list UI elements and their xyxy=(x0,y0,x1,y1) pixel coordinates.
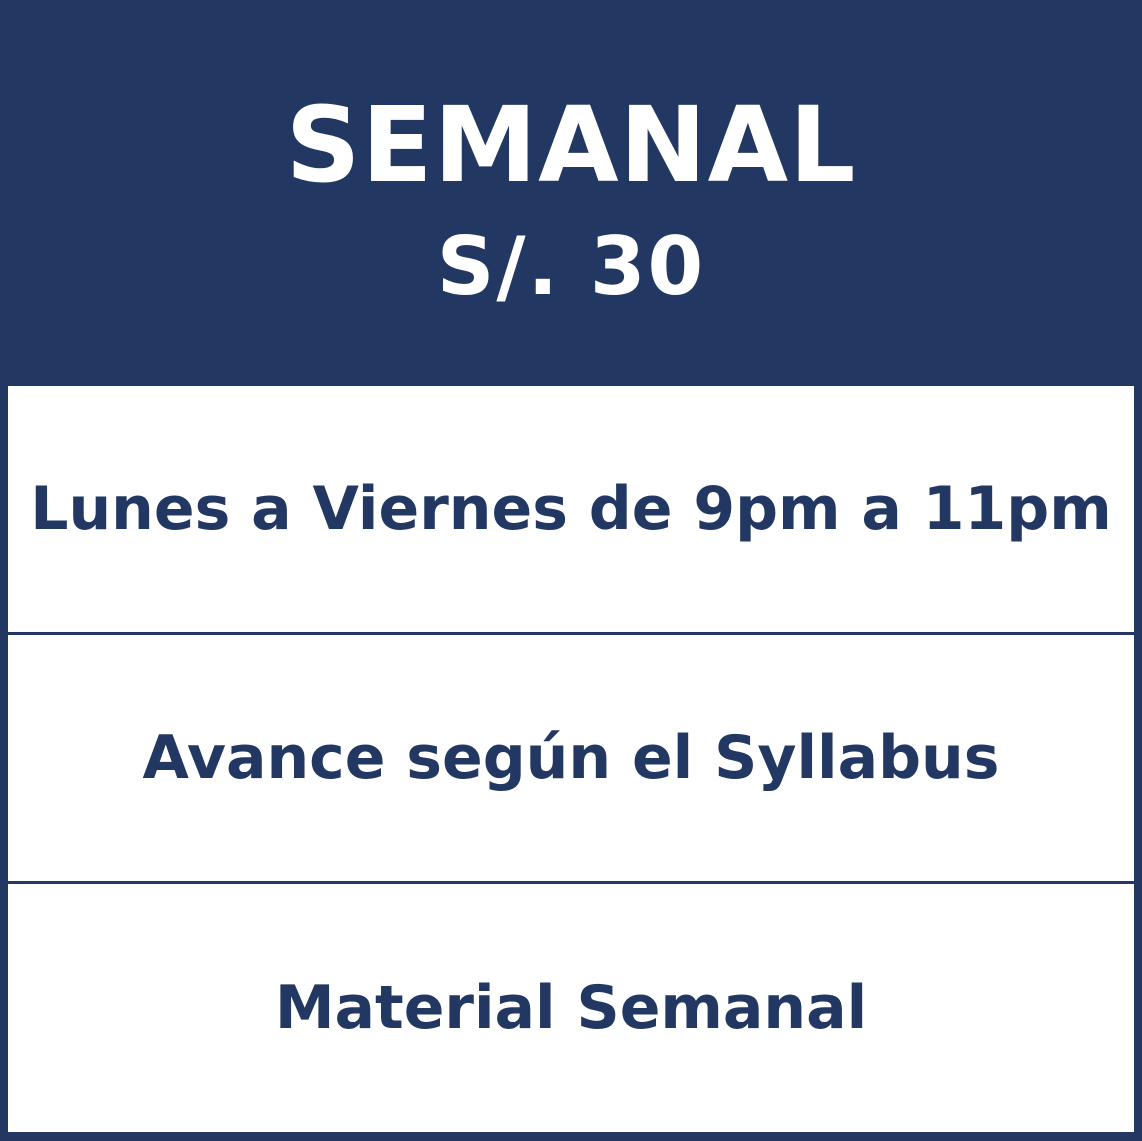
pricing-card: SEMANAL S/. 30 Lunes a Viernes de 9pm a … xyxy=(0,0,1142,1141)
pricing-header: SEMANAL S/. 30 xyxy=(0,0,1142,384)
feature-label: Lunes a Viernes de 9pm a 11pm xyxy=(30,474,1112,544)
feature-label: Avance según el Syllabus xyxy=(142,723,1000,793)
feature-item-schedule: Lunes a Viernes de 9pm a 11pm xyxy=(8,386,1134,632)
plan-name: SEMANAL xyxy=(285,84,857,206)
feature-list: Lunes a Viernes de 9pm a 11pm Avance seg… xyxy=(8,386,1134,1132)
feature-item-syllabus: Avance según el Syllabus xyxy=(8,635,1134,881)
feature-label: Material Semanal xyxy=(274,973,868,1043)
plan-price: S/. 30 xyxy=(436,220,706,313)
feature-item-material: Material Semanal xyxy=(8,884,1134,1132)
